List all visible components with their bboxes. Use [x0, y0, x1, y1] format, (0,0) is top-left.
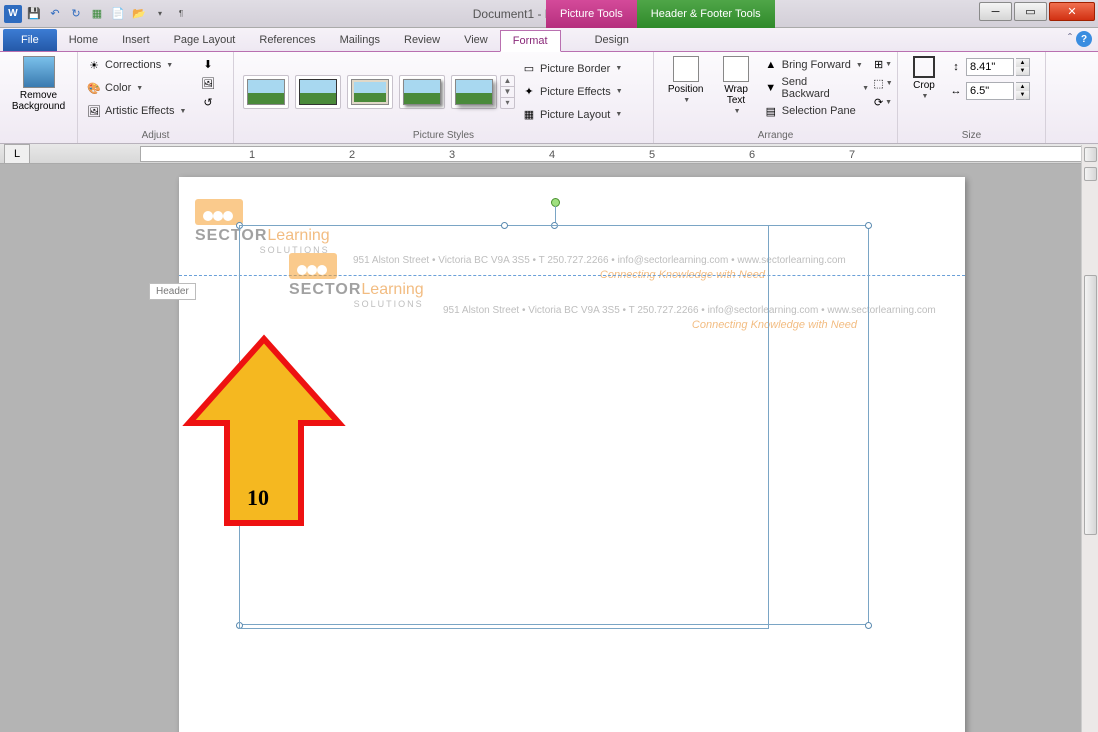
page-layout-tab[interactable]: Page Layout	[162, 29, 248, 51]
artistic-effects-button[interactable]: 🖼Artistic Effects▼	[84, 100, 196, 122]
vertical-scrollbar[interactable]	[1081, 145, 1098, 732]
width-input[interactable]	[966, 82, 1014, 100]
document-page[interactable]: SECTORLearning SOLUTIONS 951 Alston Stre…	[179, 177, 965, 732]
handle-tr[interactable]	[865, 222, 872, 229]
color-icon: 🎨	[86, 80, 102, 96]
home-tab[interactable]: Home	[57, 29, 110, 51]
size-label: Size	[904, 129, 1039, 143]
remove-background-button[interactable]: Remove Background	[6, 54, 71, 114]
handle-inner-tm[interactable]	[501, 222, 508, 229]
width-up[interactable]: ▲	[1016, 83, 1029, 91]
header-label-tab: Header	[149, 283, 196, 300]
selection-pane-icon: ▤	[763, 103, 779, 119]
contextual-tabs: Picture Tools Header & Footer Tools	[546, 0, 775, 28]
artistic-icon: 🖼	[86, 103, 102, 119]
minimize-button[interactable]: ─	[979, 2, 1012, 21]
ruler-toggle[interactable]	[1084, 167, 1097, 181]
crop-button[interactable]: Crop▼	[904, 54, 944, 102]
mailings-tab[interactable]: Mailings	[328, 29, 392, 51]
corrections-button[interactable]: ☀Corrections▼	[84, 54, 196, 76]
design-tab[interactable]: Design	[583, 29, 641, 51]
file-tab[interactable]: File	[3, 29, 57, 51]
tab-selector[interactable]: L	[4, 144, 30, 164]
selection-pane-button[interactable]: ▤Selection Pane	[761, 100, 871, 122]
align-icon[interactable]: ⊞▼	[875, 56, 891, 72]
compress-icon[interactable]: ⬇	[200, 56, 216, 72]
color-button[interactable]: 🎨Color▼	[84, 77, 196, 99]
send-backward-icon: ▼	[763, 80, 779, 96]
rotate-icon[interactable]: ⟳▼	[875, 94, 891, 110]
border-icon: ▭	[521, 61, 537, 77]
picture-styles-label: Picture Styles	[240, 129, 647, 143]
header-footer-tools-tab-header: Header & Footer Tools	[637, 0, 775, 28]
send-backward-button[interactable]: ▼Send Backward▼	[761, 77, 871, 99]
height-up[interactable]: ▲	[1016, 59, 1029, 67]
height-input[interactable]	[966, 58, 1014, 76]
insert-tab[interactable]: Insert	[110, 29, 162, 51]
style-thumb-3[interactable]	[347, 75, 393, 109]
wrap-icon	[723, 56, 749, 82]
document-area: SECTORLearning SOLUTIONS 951 Alston Stre…	[0, 165, 1098, 732]
change-picture-icon[interactable]: 🖼	[200, 75, 216, 91]
maximize-button[interactable]: ▭	[1014, 2, 1047, 21]
ribbon: Remove Background ☀Corrections▼ 🎨Color▼ …	[0, 52, 1098, 144]
bring-forward-button[interactable]: ▲Bring Forward▼	[761, 54, 871, 76]
position-button[interactable]: Position▼	[660, 54, 711, 106]
picture-border-button[interactable]: ▭Picture Border▼	[519, 58, 637, 80]
group-icon[interactable]: ⬚▼	[875, 75, 891, 91]
style-thumb-4[interactable]	[399, 75, 445, 109]
gallery-more-button[interactable]: ▾	[501, 98, 514, 108]
bring-forward-icon: ▲	[763, 57, 779, 73]
help-icon[interactable]: ?	[1076, 31, 1092, 47]
width-down[interactable]: ▼	[1016, 91, 1029, 99]
view-tab[interactable]: View	[452, 29, 500, 51]
height-field[interactable]: ↕ ▲▼	[948, 58, 1030, 76]
horizontal-ruler[interactable]: 1 2 3 4 5 6 7	[140, 146, 1082, 162]
style-gallery-nav: ▲ ▼ ▾	[500, 75, 515, 109]
style-thumb-1[interactable]	[243, 75, 289, 109]
corrections-icon: ☀	[86, 57, 102, 73]
effects-icon: ✦	[521, 84, 537, 100]
arrange-label: Arrange	[660, 129, 891, 143]
close-button[interactable]: ✕	[1049, 2, 1095, 21]
height-down[interactable]: ▼	[1016, 67, 1029, 75]
handle-mr[interactable]	[865, 622, 872, 629]
height-icon: ↕	[948, 59, 964, 75]
ruler-bar: L 1 2 3 4 5 6 7	[0, 144, 1098, 164]
style-thumb-2[interactable]	[295, 75, 341, 109]
gallery-up-button[interactable]: ▲	[501, 76, 514, 87]
reset-picture-icon[interactable]: ↺	[200, 94, 216, 110]
picture-layout-button[interactable]: ▦Picture Layout▼	[519, 104, 637, 126]
width-icon: ↔	[948, 83, 964, 99]
style-thumb-5[interactable]	[451, 75, 497, 109]
gallery-down-button[interactable]: ▼	[501, 87, 514, 98]
adjust-group-label: Adjust	[84, 129, 227, 143]
annotation-number: 10	[247, 485, 269, 511]
references-tab[interactable]: References	[247, 29, 327, 51]
picture-effects-button[interactable]: ✦Picture Effects▼	[519, 81, 637, 103]
picture-tools-tab-header: Picture Tools	[546, 0, 637, 28]
ribbon-tabs: File Home Insert Page Layout References …	[0, 28, 1098, 52]
width-field[interactable]: ↔ ▲▼	[948, 82, 1030, 100]
wrap-text-button[interactable]: Wrap Text▼	[715, 54, 756, 117]
remove-background-icon	[23, 56, 55, 88]
layout-icon: ▦	[521, 107, 537, 123]
annotation-arrow: 10	[179, 333, 349, 546]
format-tab[interactable]: Format	[500, 30, 561, 52]
scroll-up-button[interactable]	[1084, 147, 1097, 162]
window-controls: ─ ▭ ✕	[979, 2, 1095, 21]
scroll-thumb[interactable]	[1084, 275, 1097, 535]
minimize-ribbon-icon[interactable]: ˆ	[1068, 31, 1072, 47]
title-bar: W 💾 ↶ ↻ ▦ 📄 📂 ▾ ¶ Document1 - Microsoft …	[0, 0, 1098, 28]
crop-icon	[913, 56, 935, 78]
review-tab[interactable]: Review	[392, 29, 452, 51]
position-icon	[673, 56, 699, 82]
